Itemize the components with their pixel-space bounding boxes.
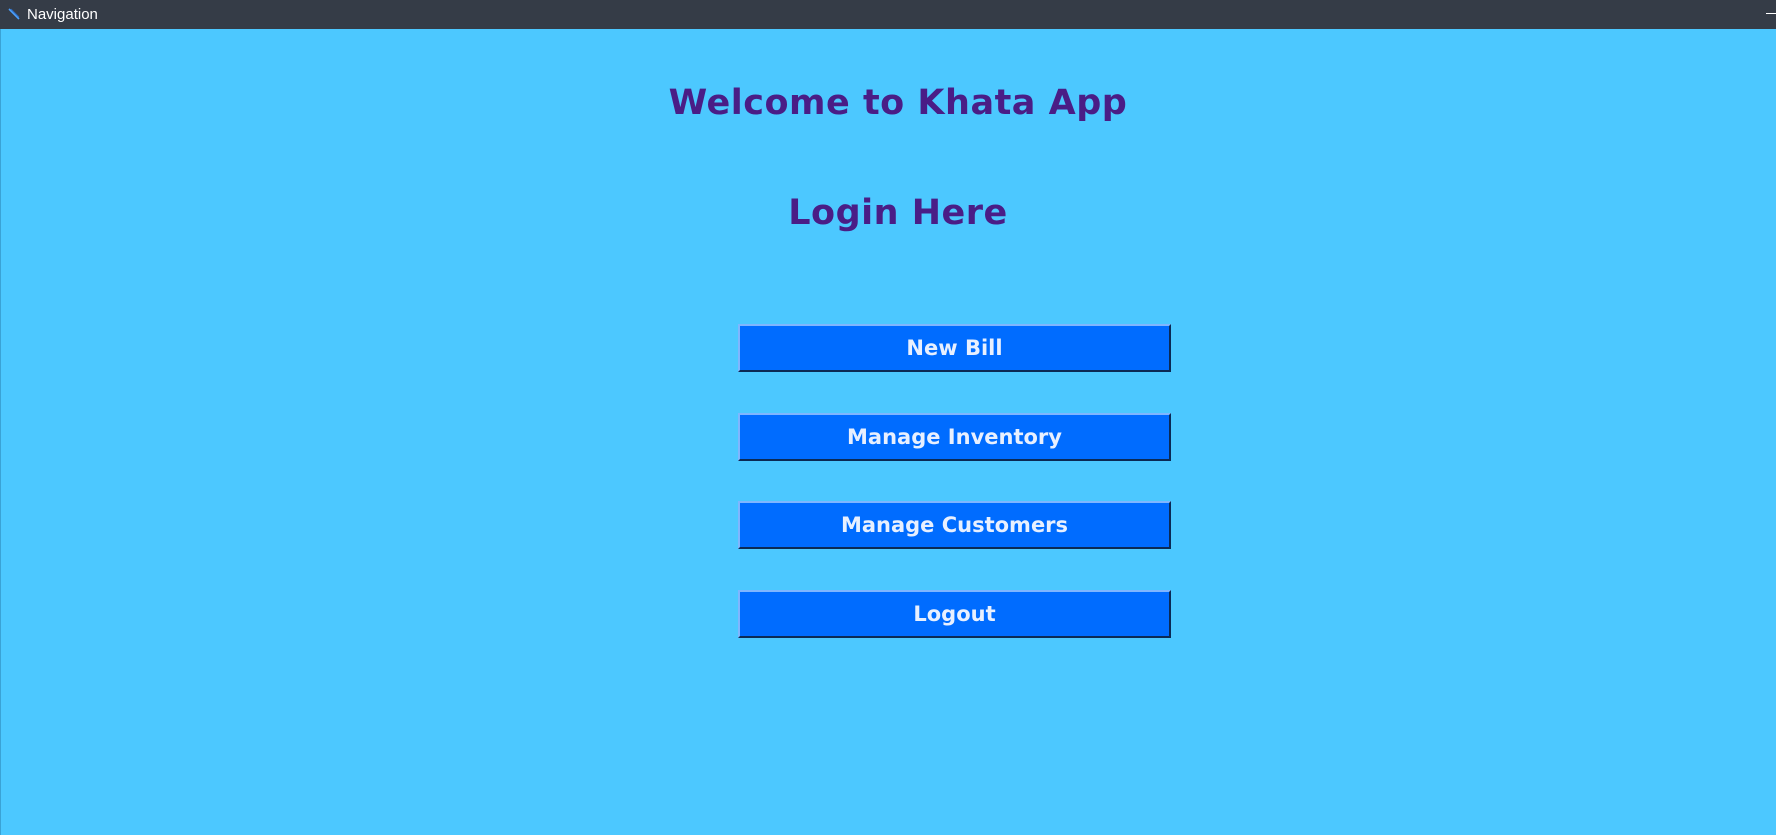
window-title: Navigation xyxy=(27,6,98,23)
login-heading: Login Here xyxy=(788,193,1008,233)
manage-customers-button[interactable]: Manage Customers xyxy=(738,501,1171,549)
feather-pen-icon xyxy=(8,8,20,20)
welcome-heading: Welcome to Khata App xyxy=(668,83,1128,123)
window-titlebar[interactable]: Navigation xyxy=(0,0,1776,29)
navigation-panel: Welcome to Khata App Login Here New Bill… xyxy=(0,29,1776,835)
logout-button[interactable]: Logout xyxy=(738,590,1171,638)
minimize-button[interactable] xyxy=(1766,13,1776,14)
manage-inventory-button[interactable]: Manage Inventory xyxy=(738,413,1171,461)
new-bill-button[interactable]: New Bill xyxy=(738,324,1171,372)
